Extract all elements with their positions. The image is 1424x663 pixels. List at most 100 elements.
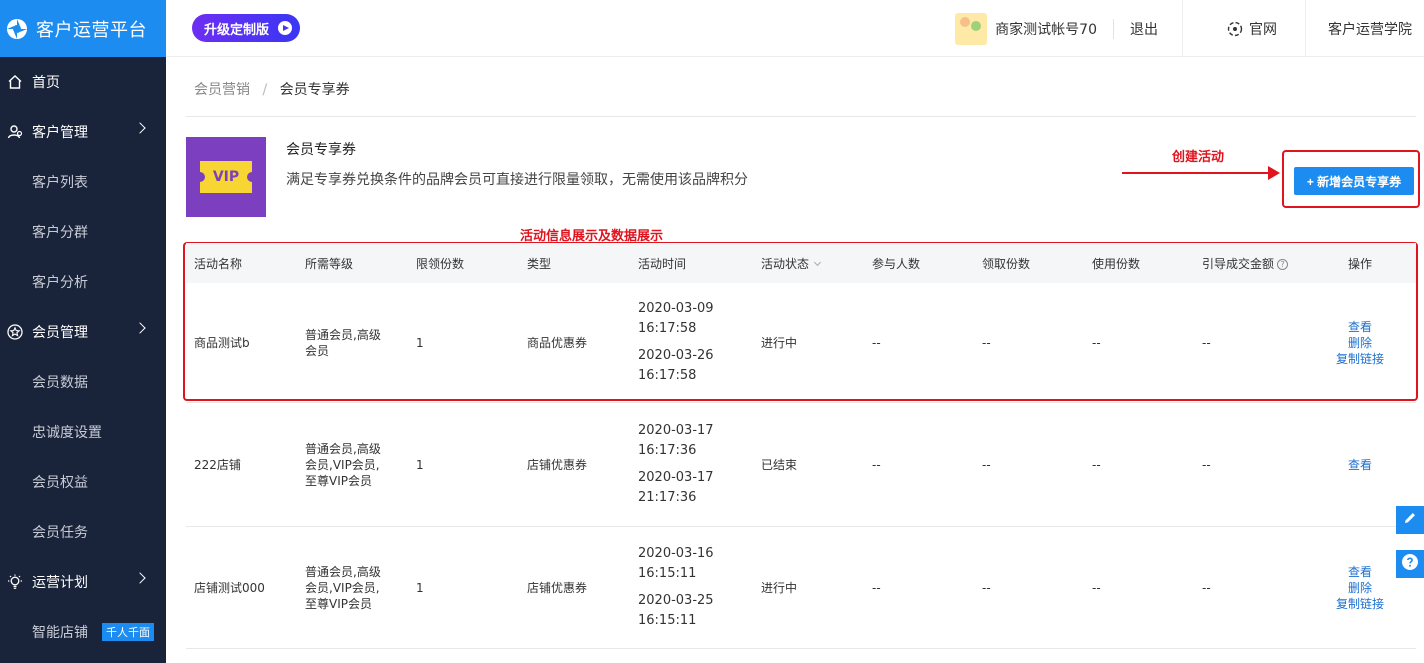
sidebar-item-label: 客户分析 [32, 275, 88, 291]
breadcrumb-parent[interactable]: 会员营销 [194, 82, 250, 98]
column-header: 所需等级 [297, 255, 408, 272]
app-title: 客户运营平台 [36, 19, 147, 41]
chevron-right-icon [134, 122, 146, 134]
vip-label: VIP [212, 169, 240, 185]
sidebar: 客户运营平台 首页客户管理客户列表客户分群客户分析会员管理会员数据忠诚度设置会员… [0, 0, 166, 663]
star-icon [6, 323, 24, 341]
official-site-link[interactable]: 官网 [1182, 0, 1305, 57]
top-header: 升级定制版 商家测试帐号70 退出 官网 客户运营学院 [166, 0, 1424, 57]
time-start-date: 2020-03-17 [638, 423, 714, 438]
sidebar-item-2[interactable]: 客户列表 [0, 157, 166, 207]
cell-used: -- [1092, 457, 1101, 472]
cell-level: 普通会员,高级会员 [305, 327, 381, 358]
logo-icon [6, 18, 28, 40]
sidebar-item-1[interactable]: 客户管理 [0, 107, 166, 157]
view-link[interactable]: 查看 [1304, 319, 1416, 335]
question-icon[interactable]: ? [1277, 258, 1289, 270]
time-gap [638, 461, 753, 468]
column-header-label: 类型 [527, 256, 552, 271]
edit-icon [1402, 510, 1418, 530]
time-start-time: 16:17:58 [638, 321, 697, 336]
column-header-label: 引导成交金额 [1202, 256, 1275, 271]
sidebar-item-label: 首页 [32, 75, 60, 91]
cell-time: 2020-03-17 16:17:36 2020-03-17 21:17:36 [630, 421, 753, 508]
account-name[interactable]: 商家测试帐号70 [995, 19, 1097, 39]
users-icon [6, 123, 24, 141]
time-end-date: 2020-03-25 [638, 593, 714, 608]
cell-used: -- [1092, 335, 1101, 350]
cell-type: 店铺优惠券 [527, 458, 588, 472]
copy-link[interactable]: 复制链接 [1304, 596, 1416, 612]
vip-ticket-icon: VIP [195, 161, 257, 193]
copy-link[interactable]: 复制链接 [1304, 351, 1416, 367]
column-header: 限领份数 [408, 255, 519, 272]
chevron-right-icon [134, 572, 146, 584]
sort-down-icon[interactable] [813, 258, 822, 266]
column-header-label: 限领份数 [416, 256, 465, 271]
table-row: 商品测试b 普通会员,高级会员 1 商品优惠券 2020-03-09 16:17:58 20… [186, 283, 1416, 403]
site-icon [1227, 21, 1243, 37]
edit-float-button[interactable] [1396, 506, 1424, 534]
sidebar-item-9[interactable]: 会员任务 [0, 507, 166, 557]
sidebar-item-11[interactable]: 智能店铺 千人千面 [0, 607, 166, 657]
time-gap [638, 584, 753, 591]
app-logo[interactable]: 客户运营平台 [0, 0, 166, 57]
sidebar-item-label: 智能店铺 [32, 625, 88, 641]
sidebar-item-label: 客户管理 [32, 125, 88, 141]
sidebar-item-0[interactable]: 首页 [0, 57, 166, 107]
sidebar-item-label: 会员数据 [32, 375, 88, 391]
help-float-button[interactable] [1396, 550, 1424, 578]
app-root: 客户运营平台 首页 客户管理 客户列表 客户分群 客户分析 会员管理 会员数据 忠诚度设置 会员… [0, 0, 1424, 663]
time-start-time: 16:17:36 [638, 443, 697, 458]
column-header-label: 领取份数 [982, 256, 1031, 271]
time-end-time: 16:17:58 [638, 368, 697, 383]
breadcrumb: 会员营销 / 会员专享券 [194, 79, 350, 99]
sidebar-item-label: 会员任务 [32, 525, 88, 541]
avatar[interactable] [955, 12, 988, 45]
academy-label: 客户运营学院 [1328, 21, 1412, 38]
column-header: 类型 [519, 255, 630, 272]
bulb-icon [6, 573, 24, 591]
sidebar-item-7[interactable]: 忠诚度设置 [0, 407, 166, 457]
annotation-create: 创建活动 [1172, 150, 1225, 165]
main-content: 会员营销 / 会员专享券 VIP 会员专享券 满足专享券兑换条件的品牌会员可直接… [166, 57, 1424, 663]
cell-name: 店铺测试000 [194, 581, 265, 595]
sidebar-item-8[interactable]: 会员权益 [0, 457, 166, 507]
vip-illustration: VIP [186, 137, 266, 217]
delete-link[interactable]: 删除 [1304, 335, 1416, 351]
sidebar-item-label: 会员管理 [32, 325, 88, 341]
sidebar-item-label: 忠诚度设置 [32, 425, 102, 441]
column-header: 领取份数 [974, 255, 1084, 272]
time-start-date: 2020-03-16 [638, 546, 714, 561]
upgrade-button[interactable]: 升级定制版 [192, 14, 300, 42]
delete-link[interactable]: 删除 [1304, 580, 1416, 596]
academy-link[interactable]: 客户运营学院 [1305, 0, 1424, 57]
cell-participants: -- [872, 457, 881, 472]
add-coupon-button[interactable]: + 新增会员专享券 [1294, 167, 1414, 195]
sidebar-item-label: 客户列表 [32, 175, 88, 191]
cell-status: 进行中 [761, 581, 798, 595]
cell-received: -- [982, 335, 991, 350]
cell-limit: 1 [416, 580, 424, 595]
column-header: 活动时间 [630, 255, 753, 272]
column-header: 活动名称 [186, 255, 297, 272]
help-icon [1401, 553, 1419, 575]
sidebar-item-5[interactable]: 会员管理 [0, 307, 166, 357]
cell-amount: -- [1202, 335, 1211, 350]
table-row: 222店铺 普通会员,高级会员,VIP会员,至尊VIP会员 1 店铺优惠券 2020-0… [186, 403, 1416, 527]
column-header-label: 活动名称 [194, 256, 243, 271]
time-end-time: 16:15:11 [638, 613, 697, 628]
time-end-time: 21:17:36 [638, 490, 697, 505]
view-link[interactable]: 查看 [1304, 457, 1416, 473]
cell-actions: 查看 [1304, 457, 1416, 473]
column-header[interactable]: 活动状态 [753, 255, 864, 272]
header-separator [1113, 18, 1114, 39]
sidebar-item-6[interactable]: 会员数据 [0, 357, 166, 407]
sidebar-item-10[interactable]: 运营计划 [0, 557, 166, 607]
column-header-label: 活动时间 [638, 256, 687, 271]
sidebar-item-3[interactable]: 客户分群 [0, 207, 166, 257]
sidebar-item-4[interactable]: 客户分析 [0, 257, 166, 307]
logout-link[interactable]: 退出 [1130, 19, 1158, 39]
cell-actions: 查看 删除 复制链接 [1304, 319, 1416, 367]
sidebar-item-label: 客户分群 [32, 225, 88, 241]
